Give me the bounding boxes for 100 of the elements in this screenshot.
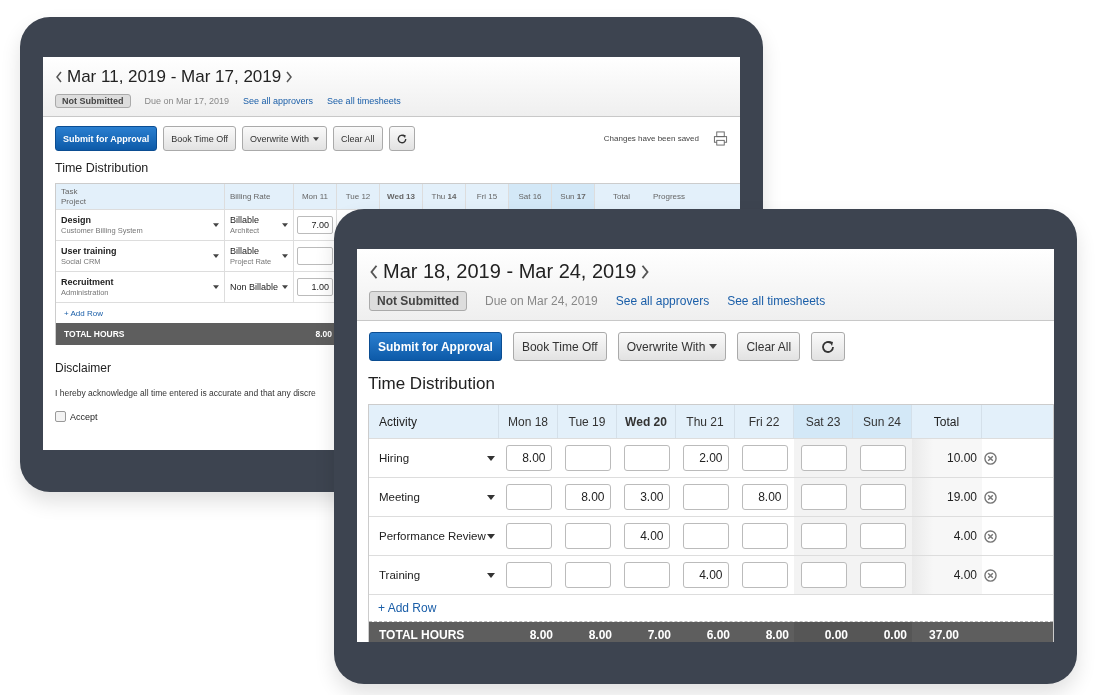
- hours-field[interactable]: [859, 562, 906, 588]
- column-header: Tue 19: [558, 405, 617, 438]
- hours-field[interactable]: 2.00: [682, 445, 729, 471]
- total-label: TOTAL HOURS: [63, 328, 126, 341]
- row-total: 4.00: [912, 556, 982, 594]
- checkbox-label: Accept: [70, 411, 98, 422]
- link[interactable]: See all timesheets: [727, 294, 826, 308]
- add-row-link[interactable]: + Add Row: [64, 308, 103, 318]
- save-status: Changes have been saved: [603, 134, 699, 143]
- day-total: 8.00: [529, 628, 553, 642]
- due-date: Due on Mar 17, 2019: [144, 96, 230, 106]
- refresh-button[interactable]: [388, 126, 415, 151]
- previous-icon[interactable]: [55, 71, 63, 83]
- remove-icon[interactable]: [984, 568, 997, 582]
- hours-field[interactable]: 7.00: [297, 216, 333, 234]
- hours-field[interactable]: [564, 562, 611, 588]
- caret-icon[interactable]: [213, 285, 219, 289]
- remove-icon[interactable]: [984, 490, 997, 504]
- next-icon[interactable]: [640, 263, 651, 280]
- submit-button[interactable]: Submit for Approval: [369, 332, 502, 361]
- hours-field[interactable]: [741, 523, 788, 549]
- hours-field[interactable]: [800, 445, 847, 471]
- caret-icon[interactable]: [282, 223, 288, 227]
- toolbar-button[interactable]: Clear All: [333, 126, 383, 151]
- caret-icon[interactable]: [282, 285, 288, 289]
- status-badge: Not Submitted: [55, 94, 131, 108]
- section-title: Time Distribution: [367, 373, 496, 395]
- billing-rate: Billable: [230, 213, 260, 226]
- hours-field[interactable]: [623, 562, 670, 588]
- accept-checkbox[interactable]: [55, 411, 66, 422]
- section-title: Time Distribution: [54, 160, 150, 177]
- hours-field[interactable]: [859, 445, 906, 471]
- activity-name: Performance Review: [379, 530, 486, 542]
- task-name: Recruitment: [61, 275, 114, 288]
- hours-field[interactable]: [623, 445, 670, 471]
- column-header: Total: [612, 190, 631, 203]
- day-total: 8.00: [765, 628, 789, 642]
- hours-field[interactable]: [800, 523, 847, 549]
- caret-icon[interactable]: [213, 223, 219, 227]
- task-name: User training: [61, 244, 117, 257]
- hours-field[interactable]: 1.00: [297, 278, 333, 296]
- caret-icon[interactable]: [487, 533, 495, 539]
- hours-field[interactable]: 4.00: [682, 562, 729, 588]
- remove-icon[interactable]: [984, 451, 997, 465]
- caret-icon[interactable]: [282, 254, 288, 258]
- day-total: 7.00: [647, 628, 671, 642]
- date-range-title: Mar 18, 2019 - Mar 24, 2019: [383, 260, 637, 283]
- column-header: Activity: [369, 405, 499, 438]
- task-name: Design: [61, 213, 92, 226]
- link[interactable]: See all approvers: [243, 96, 314, 106]
- billing-rate: Non Billable: [230, 280, 279, 294]
- refresh-icon: [395, 132, 408, 145]
- toolbar-button[interactable]: Clear All: [737, 332, 801, 361]
- refresh-button[interactable]: [811, 332, 846, 361]
- remove-icon[interactable]: [984, 529, 997, 543]
- caret-icon[interactable]: [487, 494, 495, 500]
- hours-field[interactable]: [859, 523, 906, 549]
- link[interactable]: See all timesheets: [327, 96, 401, 106]
- hours-field[interactable]: [564, 523, 611, 549]
- hours-field[interactable]: 8.00: [741, 484, 788, 510]
- day-total: 8.00: [588, 628, 612, 642]
- hours-field[interactable]: [800, 484, 847, 510]
- row-total: 10.00: [912, 439, 982, 477]
- hours-field[interactable]: 4.00: [623, 523, 670, 549]
- printer-icon[interactable]: [713, 131, 728, 146]
- day-total: 0.00: [824, 628, 848, 642]
- caret-icon[interactable]: [487, 455, 495, 461]
- add-row-link[interactable]: + Add Row: [378, 601, 437, 615]
- column-header: Wed 20: [617, 405, 676, 438]
- next-icon[interactable]: [285, 71, 294, 83]
- submit-button[interactable]: Submit for Approval: [55, 126, 158, 151]
- hours-field[interactable]: 8.00: [564, 484, 611, 510]
- caret-icon[interactable]: [213, 254, 219, 258]
- hours-field[interactable]: [741, 562, 788, 588]
- hours-field[interactable]: [505, 484, 552, 510]
- link[interactable]: See all approvers: [615, 294, 710, 308]
- hours-field[interactable]: [682, 484, 729, 510]
- column-header: Billing Rate: [225, 184, 294, 209]
- dropdown-button[interactable]: Overwrite With: [242, 126, 328, 151]
- caret-icon[interactable]: [487, 572, 495, 578]
- toolbar-button[interactable]: Book Time Off: [512, 332, 607, 361]
- activity-name: Hiring: [379, 452, 410, 464]
- activity-name: Training: [379, 569, 421, 581]
- dropdown-button[interactable]: Overwrite With: [617, 332, 727, 361]
- hours-field[interactable]: [505, 523, 552, 549]
- column-header: Sun 17: [552, 184, 595, 209]
- hours-field[interactable]: 3.00: [623, 484, 670, 510]
- hours-field[interactable]: [800, 562, 847, 588]
- previous-icon[interactable]: [369, 263, 379, 280]
- hours-field[interactable]: [741, 445, 788, 471]
- column-header: Thu 21: [676, 405, 735, 438]
- disclaimer-text: I hereby acknowledge all time entered is accurate and that any discre: [54, 387, 317, 398]
- toolbar-button[interactable]: Book Time Off: [163, 126, 237, 151]
- hours-field[interactable]: [682, 523, 729, 549]
- hours-field[interactable]: 8.00: [505, 445, 552, 471]
- hours-field[interactable]: [564, 445, 611, 471]
- hours-field[interactable]: [859, 484, 906, 510]
- hours-field[interactable]: [505, 562, 552, 588]
- hours-field[interactable]: [297, 247, 333, 265]
- disclaimer-title: Disclaimer: [54, 360, 112, 375]
